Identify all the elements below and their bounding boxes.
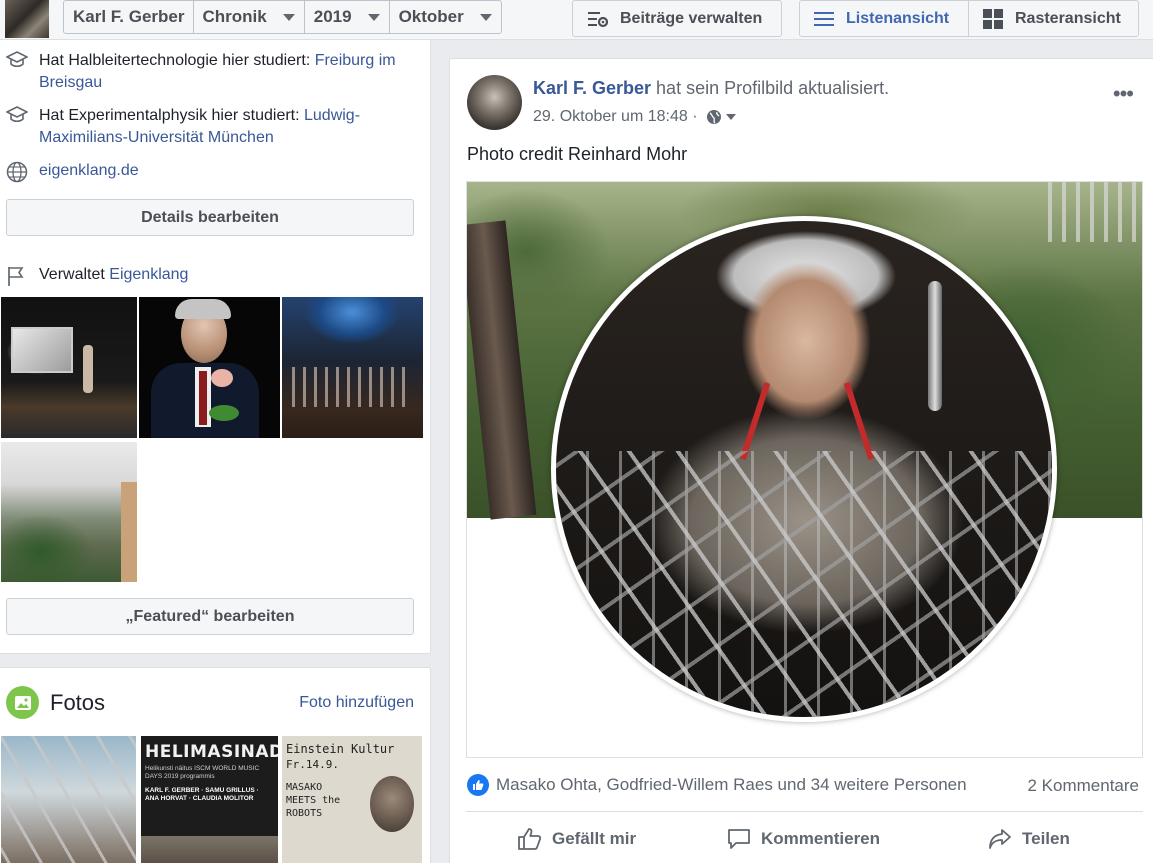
graduation-cap-icon	[5, 51, 30, 94]
reactions-summary[interactable]: Masako Ohta, Godfried-Willem Raes und 34…	[467, 774, 967, 796]
featured-photo-mountain[interactable]	[1, 442, 137, 582]
reactions-names: Masako Ohta, Godfried-Willem Raes und 34…	[496, 775, 967, 794]
website-item: eigenklang.de	[6, 160, 139, 190]
chevron-down-icon	[282, 13, 295, 21]
month-label: Oktober	[398, 7, 464, 26]
poster-subtitle: Helikunsti näitus ISCM WORLD MUSIC DAYS …	[145, 765, 260, 780]
manages-text: Verwaltet Eigenklang	[39, 264, 188, 294]
share-button[interactable]: Teilen	[987, 827, 1070, 851]
post-text: Photo credit Reinhard Mohr	[467, 144, 688, 164]
flyer-title: Einstein Kultur	[286, 742, 395, 756]
post-author-avatar[interactable]	[467, 75, 522, 130]
featured-photo-concert[interactable]	[282, 297, 423, 438]
edit-details-button[interactable]: Details bearbeiten	[6, 199, 414, 236]
timeline-post: Karl F. Gerber hat sein Profilbild aktua…	[449, 58, 1153, 863]
month-dropdown[interactable]: Oktober	[390, 1, 501, 33]
like-button[interactable]: Gefällt mir	[517, 827, 636, 851]
section-dropdown[interactable]: Chronik	[194, 1, 305, 33]
post-timestamp[interactable]: 29. Oktober um 18:48	[533, 108, 688, 126]
intro-card: Hat Halbleitertechnologie hier studiert:…	[0, 40, 431, 654]
manages-page-item: Verwaltet Eigenklang	[6, 264, 188, 294]
comment-bubble-icon	[728, 829, 750, 849]
photo-thumbnail-einstein-kultur-flyer[interactable]: Einstein Kultur Fr.14.9. MASAKO MEETS th…	[282, 736, 422, 863]
profile-picture-circle	[551, 216, 1057, 722]
poster-names: KARL F. GERBER · SAMU GRILLUS · ANA HORV…	[145, 787, 259, 802]
globe-icon	[706, 110, 721, 124]
flyer-date: Fr.14.9.	[286, 758, 339, 771]
timeline-navigation-bar: Karl F. Gerber Chronik 2019 Oktober Beit…	[0, 0, 1153, 40]
meta-separator: ·	[687, 108, 702, 125]
section-label: Chronik	[202, 7, 267, 26]
actions-divider	[466, 811, 1143, 812]
education-prefix: Hat Halbleitertechnologie hier studiert:	[39, 52, 315, 69]
education-item-lmu: Hat Experimentalphysik hier studiert: Lu…	[5, 105, 406, 149]
education-prefix: Hat Experimentalphysik hier studiert:	[39, 107, 304, 124]
post-action-text: hat sein Profilbild aktualisiert.	[651, 78, 890, 98]
grid-view-button[interactable]: Rasteransicht	[968, 0, 1139, 37]
profile-avatar-thumbnail[interactable]	[5, 0, 49, 38]
flyer-text: MASAKO MEETS the ROBOTS	[286, 782, 341, 819]
profile-name-crumb[interactable]: Karl F. Gerber	[64, 1, 194, 33]
list-view-icon	[814, 11, 834, 27]
manage-posts-label: Beiträge verwalten	[620, 9, 763, 27]
comment-button[interactable]: Kommentieren	[726, 827, 880, 851]
share-arrow-icon	[989, 829, 1011, 849]
graduation-cap-icon	[5, 106, 30, 149]
manage-posts-button[interactable]: Beiträge verwalten	[572, 0, 782, 37]
add-photo-link[interactable]: Foto hinzufügen	[299, 694, 414, 712]
grid-view-label: Rasteransicht	[1015, 9, 1121, 27]
post-author-link[interactable]: Karl F. Gerber	[533, 78, 651, 98]
post-meta: 29. Oktober um 18:48 ·	[533, 108, 736, 126]
manages-page-link[interactable]: Eigenklang	[109, 266, 188, 283]
education-item-freiburg: Hat Halbleitertechnologie hier studiert:…	[5, 50, 396, 94]
list-view-button[interactable]: Listenansicht	[799, 0, 969, 37]
manage-settings-icon	[588, 10, 608, 28]
share-label: Teilen	[1022, 829, 1070, 848]
featured-photo-stage[interactable]	[1, 297, 137, 438]
chevron-down-icon	[367, 13, 380, 21]
like-reaction-icon	[467, 774, 489, 796]
like-label: Gefällt mir	[552, 829, 637, 848]
flag-icon	[6, 265, 30, 294]
comments-count-link[interactable]: 2 Kommentare	[1028, 776, 1140, 796]
globe-icon	[6, 161, 30, 190]
year-dropdown[interactable]: 2019	[305, 1, 390, 33]
profile-picture-photo[interactable]	[466, 181, 1143, 758]
photos-icon	[6, 686, 39, 719]
post-options-button[interactable]: •••	[1113, 81, 1134, 107]
featured-photo-portrait-rose[interactable]	[139, 297, 280, 438]
education-text: Hat Halbleitertechnologie hier studiert:…	[39, 50, 396, 94]
photos-card: Fotos Foto hinzufügen HELIMASINAD Heliku…	[0, 667, 431, 863]
photos-title: Fotos	[50, 690, 106, 715]
chevron-down-icon	[725, 114, 736, 120]
photo-thumbnail-helimasinad-poster[interactable]: HELIMASINAD Helikunsti näitus ISCM WORLD…	[141, 736, 278, 863]
year-label: 2019	[313, 7, 352, 26]
audience-selector[interactable]	[706, 109, 736, 125]
photo-thumbnail-machine[interactable]	[1, 736, 136, 863]
list-view-label: Listenansicht	[846, 9, 950, 27]
thumbs-up-icon	[518, 828, 542, 850]
grid-view-icon	[983, 8, 1003, 29]
profile-name-label: Karl F. Gerber	[73, 7, 185, 26]
comment-label: Kommentieren	[761, 829, 881, 848]
post-header: Karl F. Gerber hat sein Profilbild aktua…	[533, 78, 889, 99]
education-text: Hat Experimentalphysik hier studiert: Lu…	[39, 105, 406, 149]
manages-prefix: Verwaltet	[39, 266, 110, 283]
edit-featured-button[interactable]: „Featured“ bearbeiten	[6, 598, 414, 635]
chevron-down-icon	[479, 13, 492, 21]
timeline-breadcrumb: Karl F. Gerber Chronik 2019 Oktober	[63, 0, 502, 34]
website-link[interactable]: eigenklang.de	[39, 160, 139, 190]
poster-heading: HELIMASINAD	[145, 742, 278, 762]
